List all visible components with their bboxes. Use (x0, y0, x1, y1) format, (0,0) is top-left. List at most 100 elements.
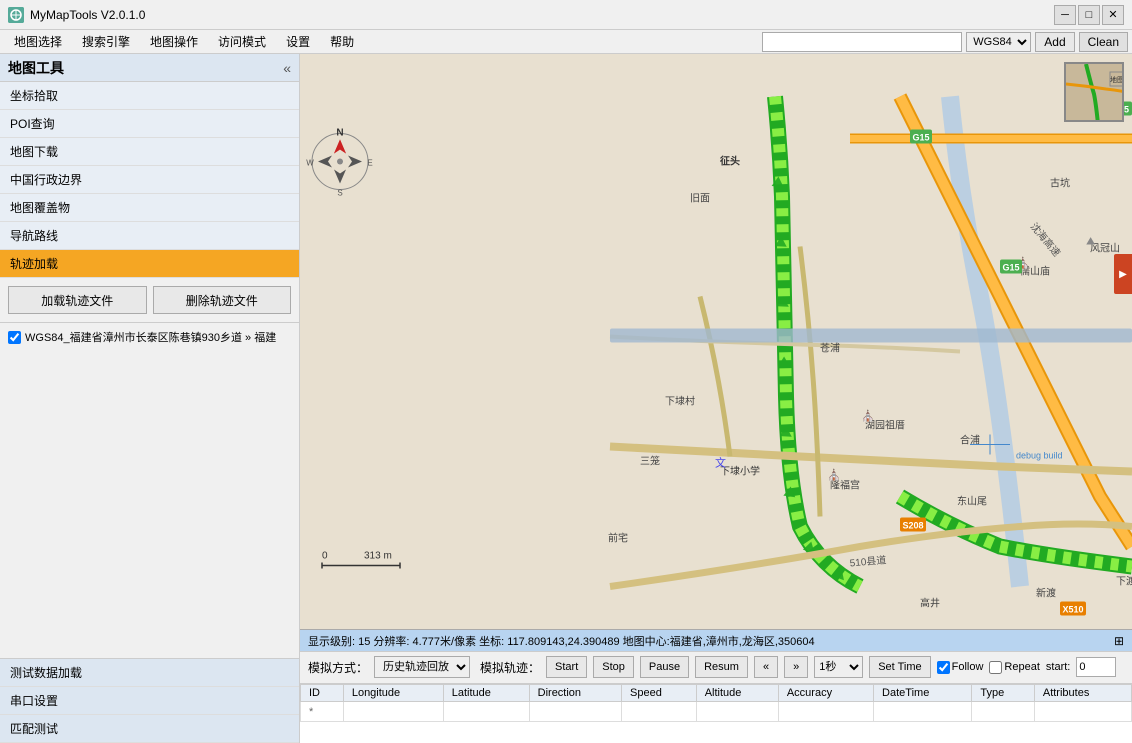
menu-map-operations[interactable]: 地图操作 (140, 30, 208, 53)
track-list-item[interactable]: WGS84_福建省漳州市长泰区陈巷镇930乡道 » 福建 (8, 327, 291, 347)
next-button[interactable]: » (784, 656, 808, 678)
row-marker-cell: * (301, 702, 344, 722)
sidebar-item-test-data[interactable]: 测试数据加载 (0, 659, 299, 687)
playback-bar: 模拟方式： 历史轨迹回放 实时轨迹 模拟轨迹： Start Stop Pause… (300, 651, 1132, 683)
col-altitude: Altitude (696, 685, 778, 702)
track-checkbox[interactable] (8, 331, 21, 344)
track-label: 模拟轨迹： (480, 659, 540, 676)
menu-bar: 地图选择 搜索引擎 地图操作 访问模式 设置 帮助 WGS84 GCJ02 BD… (0, 30, 1132, 54)
svg-text:S208: S208 (902, 521, 923, 531)
sidebar-item-map-download[interactable]: 地图下载 (0, 138, 299, 166)
svg-text:前宅: 前宅 (608, 532, 628, 545)
follow-check-label: Follow (937, 661, 984, 674)
sidebar-item-serial-port[interactable]: 串口设置 (0, 687, 299, 715)
track-item-label: WGS84_福建省漳州市长泰区陈巷镇930乡道 » 福建 (25, 329, 276, 345)
svg-text:东山尾: 东山尾 (957, 495, 987, 508)
sidebar-collapse-button[interactable]: « (283, 60, 291, 76)
add-button[interactable]: Add (1035, 32, 1074, 52)
minimap[interactable]: 地图 (1064, 62, 1124, 122)
col-longitude: Longitude (343, 685, 443, 702)
follow-checkbox[interactable] (937, 661, 950, 674)
col-latitude: Latitude (443, 685, 529, 702)
mode-label: 模拟方式： (308, 659, 368, 676)
menu-map-select[interactable]: 地图选择 (4, 30, 72, 53)
table-row: * (301, 702, 1132, 722)
maximize-button[interactable]: □ (1078, 5, 1100, 25)
right-expand-button[interactable]: ▶ (1114, 254, 1132, 294)
svg-text:下埭村: 下埭村 (665, 395, 695, 408)
sidebar-item-admin-border[interactable]: 中国行政边界 (0, 166, 299, 194)
mode-select[interactable]: 历史轨迹回放 实时轨迹 (374, 656, 470, 678)
prev-button[interactable]: « (754, 656, 778, 678)
col-datetime: DateTime (874, 685, 972, 702)
repeat-label: Repeat (1004, 661, 1039, 673)
start-button[interactable]: Start (546, 656, 587, 678)
col-speed: Speed (622, 685, 697, 702)
col-attributes: Attributes (1034, 685, 1131, 702)
coord-input[interactable] (762, 32, 962, 52)
status-expand-button[interactable]: ⊞ (1114, 634, 1124, 648)
svg-text:0: 0 (322, 551, 328, 562)
resume-button[interactable]: Resum (695, 656, 748, 678)
svg-text:S: S (337, 189, 342, 198)
set-time-button[interactable]: Set Time (869, 656, 930, 678)
sidebar-header: 地图工具 « (0, 54, 299, 82)
window-controls: ─ □ ✕ (1054, 5, 1124, 25)
svg-text:三笼: 三笼 (640, 455, 660, 468)
svg-text:N: N (336, 128, 343, 139)
map-container: 沈海高速 (300, 54, 1132, 743)
sidebar-item-nav-route[interactable]: 导航路线 (0, 222, 299, 250)
sidebar-item-coord-pick[interactable]: 坐标拾取 (0, 82, 299, 110)
svg-text:313 m: 313 m (364, 551, 392, 562)
delete-track-file-button[interactable]: 删除轨迹文件 (153, 286, 292, 314)
sidebar-item-map-overlay[interactable]: 地图覆盖物 (0, 194, 299, 222)
svg-text:新渡: 新渡 (1036, 587, 1056, 600)
svg-text:W: W (306, 159, 314, 168)
load-track-file-button[interactable]: 加载轨迹文件 (8, 286, 147, 314)
minimize-button[interactable]: ─ (1054, 5, 1076, 25)
stop-button[interactable]: Stop (593, 656, 634, 678)
svg-text:下渡: 下渡 (1116, 575, 1132, 588)
svg-text:征头: 征头 (720, 155, 740, 168)
clean-button[interactable]: Clean (1079, 32, 1128, 52)
app-title: MyMapTools V2.0.1.0 (30, 8, 1124, 22)
sidebar: 地图工具 « 坐标拾取 POI查询 地图下载 中国行政边界 地图覆盖物 导航路线… (0, 54, 300, 743)
status-text: 显示级别: 15 分辨率: 4.777米/像素 坐标: 117.809143,2… (308, 633, 815, 649)
svg-text:古坑: 古坑 (1050, 177, 1070, 190)
col-id: ID (301, 685, 344, 702)
svg-text:⛪: ⛪ (861, 409, 875, 423)
repeat-check-label: Repeat (989, 661, 1039, 674)
col-accuracy: Accuracy (778, 685, 873, 702)
speed-select[interactable]: 0.5秒 1秒 2秒 5秒 (814, 656, 863, 678)
svg-text:X510: X510 (1062, 605, 1083, 615)
sidebar-item-poi-query[interactable]: POI查询 (0, 110, 299, 138)
menu-search-engine[interactable]: 搜索引擎 (72, 30, 140, 53)
coord-system-select[interactable]: WGS84 GCJ02 BD09 (966, 32, 1031, 52)
menu-access-mode[interactable]: 访问模式 (208, 30, 276, 53)
menu-toolbar: WGS84 GCJ02 BD09 Add Clean (762, 30, 1132, 53)
title-bar: MyMapTools V2.0.1.0 ─ □ ✕ (0, 0, 1132, 30)
svg-text:debug build: debug build (1016, 451, 1063, 461)
sidebar-item-track-load[interactable]: 轨迹加载 (0, 250, 299, 278)
svg-text:⛪: ⛪ (827, 468, 841, 482)
close-button[interactable]: ✕ (1102, 5, 1124, 25)
svg-text:文: 文 (715, 456, 726, 470)
sidebar-title: 地图工具 (8, 58, 64, 78)
map-view[interactable]: 沈海高速 (300, 54, 1132, 629)
repeat-checkbox[interactable] (989, 661, 1002, 674)
app-icon (8, 7, 24, 23)
map-svg: 沈海高速 (300, 54, 1132, 629)
sidebar-item-match-test[interactable]: 匹配测试 (0, 715, 299, 743)
data-table-wrap: ID Longitude Latitude Direction Speed Al… (300, 683, 1132, 743)
svg-text:下埭小学: 下埭小学 (720, 465, 760, 478)
col-type: Type (972, 685, 1035, 702)
pause-button[interactable]: Pause (640, 656, 689, 678)
svg-text:E: E (367, 159, 372, 168)
start-value-input[interactable] (1076, 657, 1116, 677)
follow-label: Follow (952, 661, 984, 673)
menu-settings[interactable]: 设置 (276, 30, 320, 53)
sidebar-bottom: 测试数据加载 串口设置 匹配测试 (0, 658, 299, 743)
track-list: WGS84_福建省漳州市长泰区陈巷镇930乡道 » 福建 (0, 323, 299, 353)
svg-text:G15: G15 (912, 133, 929, 143)
menu-help[interactable]: 帮助 (320, 30, 364, 53)
